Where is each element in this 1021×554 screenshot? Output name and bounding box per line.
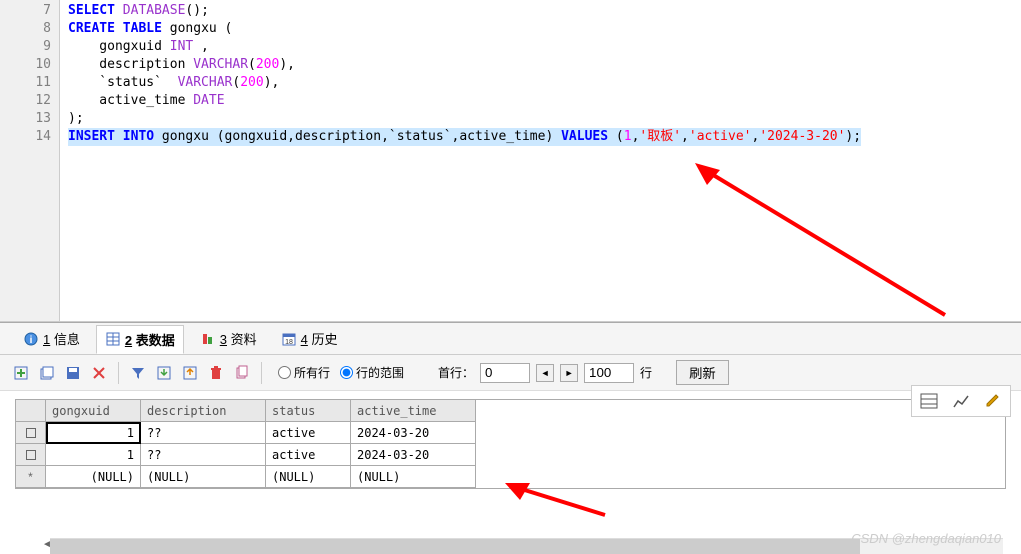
view-grid-icon[interactable] <box>914 388 944 414</box>
row-unit-label: 行 <box>640 364 652 381</box>
duplicate-row-button[interactable] <box>36 362 58 384</box>
import-button[interactable] <box>179 362 201 384</box>
export-button[interactable] <box>153 362 175 384</box>
table-icon <box>105 331 121 347</box>
refresh-button[interactable]: 刷新 <box>676 360 729 385</box>
table-row[interactable]: 1??active2024-03-20 <box>16 444 1005 466</box>
watermark: CSDN @zhengdaqian010 <box>851 531 1001 546</box>
col-header-activetime[interactable]: active_time <box>351 400 476 422</box>
col-header-gongxuid[interactable]: gongxuid <box>46 400 141 422</box>
line-gutter: 7891011121314 <box>0 0 60 321</box>
save-button[interactable] <box>62 362 84 384</box>
result-tabs: i 1 信息 2 表数据 3 资料 18 4 历史 <box>0 323 1021 355</box>
edit-icon[interactable] <box>978 388 1008 414</box>
tab-history[interactable]: 18 4 历史 <box>273 325 346 352</box>
tab-info[interactable]: i 1 信息 <box>15 325 88 352</box>
right-toolbar <box>911 385 1011 417</box>
material-icon <box>200 331 216 347</box>
calendar-icon: 18 <box>281 331 297 347</box>
filter-button[interactable] <box>127 362 149 384</box>
first-row-input[interactable] <box>480 363 530 383</box>
sql-editor[interactable]: SELECT DATABASE();CREATE TABLE gongxu ( … <box>60 0 1021 321</box>
svg-text:i: i <box>30 335 33 346</box>
radio-all-rows[interactable]: 所有行 <box>278 364 330 381</box>
info-icon: i <box>23 331 39 347</box>
grid-toolbar: 所有行 行的范围 首行： ◄ ► 行 刷新 <box>0 355 1021 391</box>
prev-page-button[interactable]: ◄ <box>536 364 554 382</box>
tab-data[interactable]: 2 表数据 <box>96 325 184 354</box>
copy-button[interactable] <box>231 362 253 384</box>
view-chart-icon[interactable] <box>946 388 976 414</box>
table-row[interactable]: *(NULL)(NULL)(NULL)(NULL) <box>16 466 1005 488</box>
first-row-label: 首行： <box>438 364 474 381</box>
cancel-button[interactable] <box>88 362 110 384</box>
row-count-input[interactable] <box>584 363 634 383</box>
result-grid[interactable]: gongxuid description status active_time … <box>15 399 1006 489</box>
svg-text:18: 18 <box>285 339 293 346</box>
add-row-button[interactable] <box>10 362 32 384</box>
col-header-description[interactable]: description <box>141 400 266 422</box>
table-row[interactable]: 1??active2024-03-20 <box>16 422 1005 444</box>
radio-row-range[interactable]: 行的范围 <box>340 364 404 381</box>
next-page-button[interactable]: ► <box>560 364 578 382</box>
col-header-status[interactable]: status <box>266 400 351 422</box>
tab-material[interactable]: 3 资料 <box>192 325 265 352</box>
delete-button[interactable] <box>205 362 227 384</box>
grid-corner <box>16 400 46 422</box>
